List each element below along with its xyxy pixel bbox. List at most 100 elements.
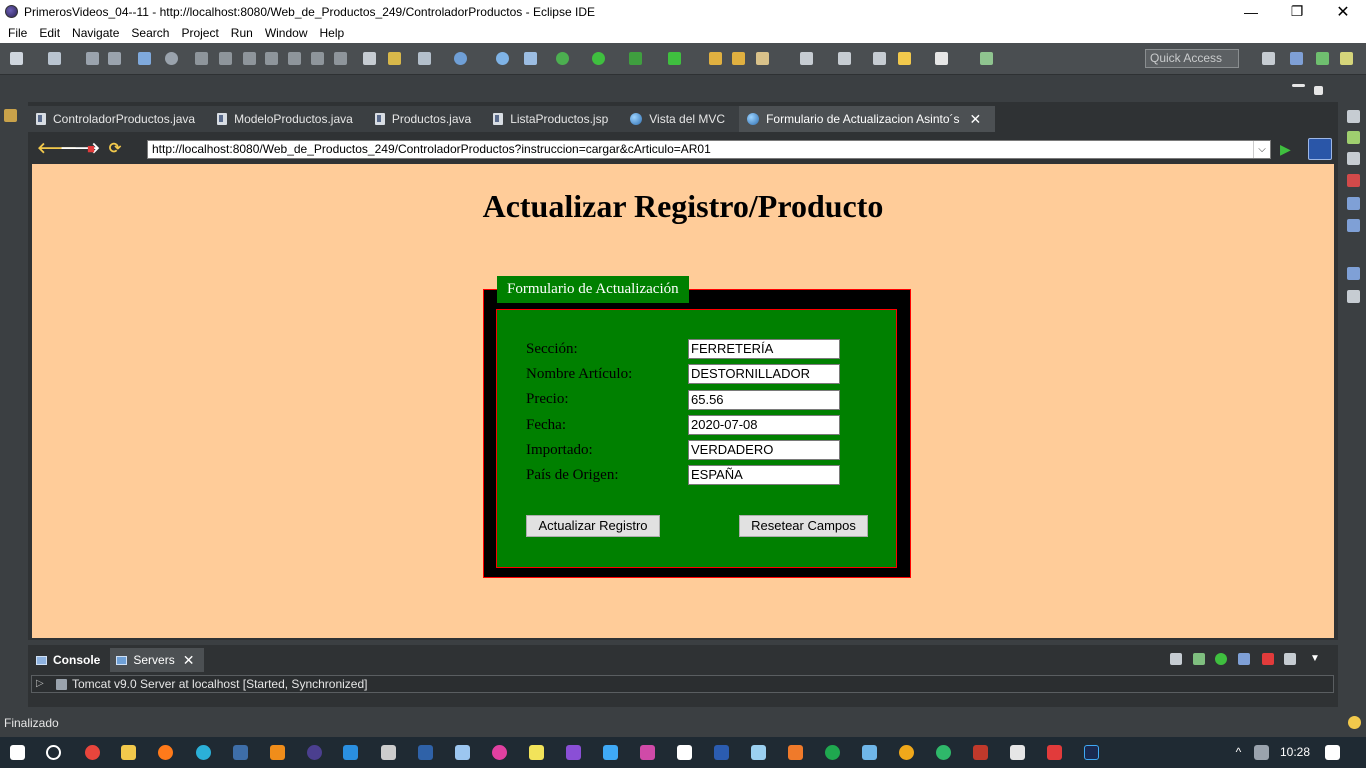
search-icon[interactable] [46,745,61,760]
url-dropdown-icon[interactable]: ⌵ [1253,141,1270,158]
input-pais-origen[interactable]: ESPAÑA [688,465,840,485]
vscode-icon[interactable] [343,745,358,760]
next-annotation-icon[interactable] [838,52,851,65]
taskbar-clock[interactable]: 10:28 [1280,737,1310,768]
tab-console[interactable]: Console [30,648,110,672]
forward-nav-icon[interactable] [935,52,948,65]
browser-icon[interactable] [496,52,509,65]
search-tool-icon[interactable] [524,52,537,65]
new-icon[interactable] [10,52,23,65]
minimize-button[interactable]: — [1228,0,1274,23]
input-precio[interactable]: 65.56 [688,390,840,410]
markers-view-icon[interactable] [1347,152,1360,165]
url-input[interactable]: http://localhost:8080/Web_de_Productos_2… [147,140,1271,159]
menu-navigate[interactable]: Navigate [66,26,125,40]
tab-productos[interactable]: Productos.java [366,106,486,132]
filezilla-icon[interactable] [973,745,988,760]
eclipse-browser-icon[interactable] [1308,138,1332,160]
save-all-icon[interactable] [108,52,121,65]
tab-modelo-productos[interactable]: ModeloProductos.java [209,106,367,132]
app-icon[interactable] [1010,745,1025,760]
app-icon[interactable] [603,745,618,760]
actualizar-registro-button[interactable]: Actualizar Registro [526,515,660,537]
forward-arrow-icon[interactable]: 🡒 [60,141,100,157]
open-folder-icon[interactable] [732,52,745,65]
close-tab-icon[interactable]: ✕ [970,111,982,128]
app-icon[interactable] [1047,745,1062,760]
start-server-icon[interactable] [1215,653,1227,665]
tab-servers[interactable]: Servers ✕ [110,648,205,672]
run-icon[interactable] [592,52,605,65]
debug-perspective-icon[interactable] [1316,52,1329,65]
sublime-icon[interactable] [270,745,285,760]
server-icon[interactable] [418,52,431,65]
refresh-icon[interactable]: ⟳ [107,141,123,157]
close-window-button[interactable]: ✕ [1320,0,1366,23]
chrome-icon[interactable] [85,745,100,760]
app-icon[interactable] [899,745,914,760]
tab-lista-productos[interactable]: ListaProductos.jsp [485,106,623,132]
maximize-view-icon[interactable] [1314,86,1323,95]
last-edit-icon[interactable] [873,52,886,65]
save-icon[interactable] [86,52,99,65]
app-icon[interactable] [825,745,840,760]
menu-edit[interactable]: Edit [33,26,66,40]
app-icon[interactable] [862,745,877,760]
photoshop-icon[interactable] [1084,745,1099,760]
suspend-icon[interactable] [219,52,232,65]
outline-view-icon[interactable] [1347,110,1360,123]
stop-server-icon[interactable] [1262,653,1274,665]
menu-window[interactable]: Window [259,26,314,40]
eclipse-taskbar-icon[interactable] [307,745,322,760]
cmd-icon[interactable] [381,745,396,760]
new-java-project-icon[interactable] [709,52,722,65]
app-icon[interactable] [936,745,951,760]
problems-view-icon[interactable] [1347,174,1360,187]
tab-controlador-productos[interactable]: ControladorProductos.java [28,106,210,132]
use-step-filters-icon[interactable] [363,52,376,65]
publish-icon[interactable] [1284,653,1296,665]
word-icon[interactable] [714,745,729,760]
external-tools-icon[interactable] [668,52,681,65]
step-over-icon[interactable] [311,52,324,65]
menu-run[interactable]: Run [225,26,259,40]
app-icon[interactable] [640,745,655,760]
console-view-icon[interactable] [1347,290,1360,303]
step-return-icon[interactable] [334,52,347,65]
visual-studio-icon[interactable] [566,745,581,760]
input-nombre-articulo[interactable]: DESTORNILLADOR [688,364,840,384]
pin-editor-icon[interactable] [980,52,993,65]
edit-icon[interactable] [756,52,769,65]
back-nav-icon[interactable] [898,52,911,65]
stop-icon[interactable]: ■ [83,141,99,157]
debug-icon[interactable] [556,52,569,65]
debug-server-icon[interactable] [1193,653,1205,665]
input-seccion[interactable]: FERRETERÍA [688,339,840,359]
snippets-icon[interactable] [1347,219,1360,232]
maximize-button[interactable]: ❐ [1274,0,1320,23]
notepad-icon[interactable] [529,745,544,760]
menu-project[interactable]: Project [175,26,224,40]
powershell-icon[interactable] [418,745,433,760]
java-ee-perspective-icon[interactable] [1290,52,1303,65]
disconnect-icon[interactable] [265,52,278,65]
notifications-icon[interactable] [1325,745,1340,760]
start-icon[interactable] [10,745,25,760]
app-icon[interactable] [751,745,766,760]
drop-to-frame-icon[interactable] [388,52,401,65]
menu-search[interactable]: Search [125,26,175,40]
properties-view-icon[interactable] [1347,267,1360,280]
input-importado[interactable]: VERDADERO [688,440,840,460]
web-services-icon[interactable] [454,52,467,65]
go-icon[interactable]: ▶ [1280,141,1294,157]
firefox-icon[interactable] [158,745,173,760]
server-row[interactable]: ▷ Tomcat v9.0 Server at localhost [Start… [31,675,1334,693]
skip-breakpoints-icon[interactable] [165,52,178,65]
tip-lightbulb-icon[interactable] [1348,716,1361,729]
restore-view-icon[interactable] [4,109,17,122]
virtualbox-icon[interactable] [455,745,470,760]
intellij-icon[interactable] [677,745,692,760]
back-arrow-icon[interactable]: 🡐 [37,141,77,157]
chevron-up-icon[interactable]: ^ [1231,745,1246,760]
collapse-all-icon[interactable] [1170,653,1182,665]
